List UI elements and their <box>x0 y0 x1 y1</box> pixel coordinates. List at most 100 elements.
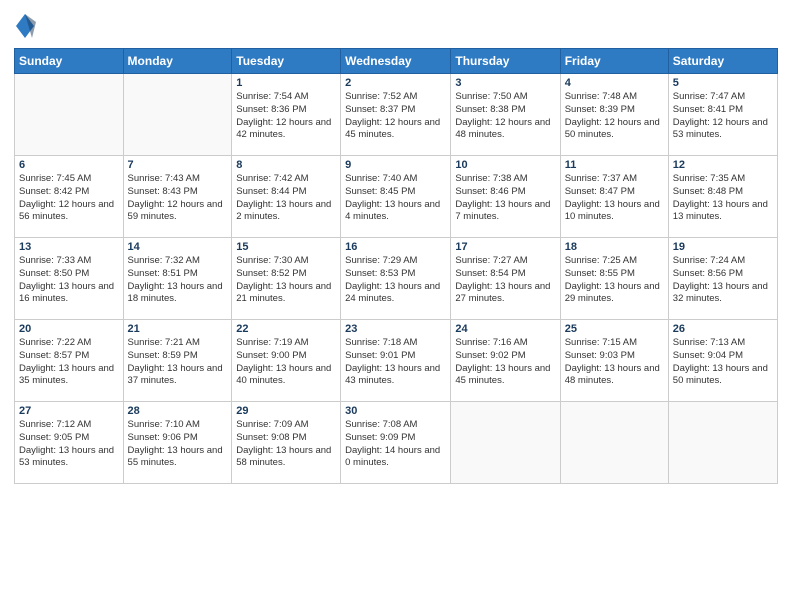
day-number: 29 <box>236 405 336 417</box>
calendar-day: 4 Sunrise: 7:48 AM Sunset: 8:39 PM Daylig… <box>560 74 668 156</box>
day-number: 7 <box>128 159 228 171</box>
day-number: 28 <box>128 405 228 417</box>
calendar-day: 3 Sunrise: 7:50 AM Sunset: 8:38 PM Daylig… <box>451 74 560 156</box>
calendar-day: 18 Sunrise: 7:25 AM Sunset: 8:55 PM Dayli… <box>560 238 668 320</box>
day-number: 22 <box>236 323 336 335</box>
day-info: Sunrise: 7:42 AM Sunset: 8:44 PM Dayligh… <box>236 173 336 224</box>
logo-icon <box>14 12 36 40</box>
day-info: Sunrise: 7:21 AM Sunset: 8:59 PM Dayligh… <box>128 337 228 388</box>
day-info: Sunrise: 7:38 AM Sunset: 8:46 PM Dayligh… <box>455 173 555 224</box>
calendar-weekday-sunday: Sunday <box>15 49 124 74</box>
day-number: 3 <box>455 77 555 89</box>
day-number: 21 <box>128 323 228 335</box>
day-info: Sunrise: 7:45 AM Sunset: 8:42 PM Dayligh… <box>19 173 119 224</box>
day-number: 24 <box>455 323 555 335</box>
day-info: Sunrise: 7:25 AM Sunset: 8:55 PM Dayligh… <box>565 255 664 306</box>
day-number: 23 <box>345 323 446 335</box>
calendar-day: 20Sunrise: 7:22 AM Sunset: 8:57 PM Dayli… <box>15 320 124 402</box>
day-info: Sunrise: 7:08 AM Sunset: 9:09 PM Dayligh… <box>345 419 446 470</box>
day-info: Sunrise: 7:18 AM Sunset: 9:01 PM Dayligh… <box>345 337 446 388</box>
calendar-header-row: SundayMondayTuesdayWednesdayThursdayFrid… <box>15 49 778 74</box>
calendar-day: 24 Sunrise: 7:16 AM Sunset: 9:02 PM Dayli… <box>451 320 560 402</box>
calendar-day <box>123 74 232 156</box>
day-number: 30 <box>345 405 446 417</box>
calendar-day: 9 Sunrise: 7:40 AM Sunset: 8:45 PM Daylig… <box>341 156 451 238</box>
calendar-day: 12 Sunrise: 7:35 AM Sunset: 8:48 PM Dayli… <box>668 156 777 238</box>
day-info: Sunrise: 7:48 AM Sunset: 8:39 PM Dayligh… <box>565 91 664 142</box>
calendar-day: 5Sunrise: 7:47 AM Sunset: 8:41 PM Daylig… <box>668 74 777 156</box>
calendar-day: 29 Sunrise: 7:09 AM Sunset: 9:08 PM Dayli… <box>232 402 341 484</box>
calendar-weekday-friday: Friday <box>560 49 668 74</box>
calendar-day <box>668 402 777 484</box>
day-info: Sunrise: 7:47 AM Sunset: 8:41 PM Dayligh… <box>673 91 773 142</box>
day-number: 18 <box>565 241 664 253</box>
calendar-weekday-thursday: Thursday <box>451 49 560 74</box>
calendar-weekday-saturday: Saturday <box>668 49 777 74</box>
calendar-table: SundayMondayTuesdayWednesdayThursdayFrid… <box>14 48 778 484</box>
calendar-day <box>15 74 124 156</box>
day-info: Sunrise: 7:32 AM Sunset: 8:51 PM Dayligh… <box>128 255 228 306</box>
calendar-day: 26Sunrise: 7:13 AM Sunset: 9:04 PM Dayli… <box>668 320 777 402</box>
page-container: SundayMondayTuesdayWednesdayThursdayFrid… <box>0 0 792 612</box>
day-info: Sunrise: 7:15 AM Sunset: 9:03 PM Dayligh… <box>565 337 664 388</box>
day-info: Sunrise: 7:43 AM Sunset: 8:43 PM Dayligh… <box>128 173 228 224</box>
day-info: Sunrise: 7:16 AM Sunset: 9:02 PM Dayligh… <box>455 337 555 388</box>
calendar-weekday-tuesday: Tuesday <box>232 49 341 74</box>
day-info: Sunrise: 7:30 AM Sunset: 8:52 PM Dayligh… <box>236 255 336 306</box>
calendar-day: 7 Sunrise: 7:43 AM Sunset: 8:43 PM Daylig… <box>123 156 232 238</box>
calendar-weekday-monday: Monday <box>123 49 232 74</box>
day-info: Sunrise: 7:54 AM Sunset: 8:36 PM Dayligh… <box>236 91 336 142</box>
logo <box>14 12 39 40</box>
calendar-day: 8 Sunrise: 7:42 AM Sunset: 8:44 PM Daylig… <box>232 156 341 238</box>
day-number: 12 <box>673 159 773 171</box>
day-number: 8 <box>236 159 336 171</box>
page-header <box>14 12 778 40</box>
calendar-day: 14 Sunrise: 7:32 AM Sunset: 8:51 PM Dayli… <box>123 238 232 320</box>
calendar-day: 10 Sunrise: 7:38 AM Sunset: 8:46 PM Dayli… <box>451 156 560 238</box>
calendar-day: 13Sunrise: 7:33 AM Sunset: 8:50 PM Dayli… <box>15 238 124 320</box>
calendar-day: 21 Sunrise: 7:21 AM Sunset: 8:59 PM Dayli… <box>123 320 232 402</box>
calendar-day: 28 Sunrise: 7:10 AM Sunset: 9:06 PM Dayli… <box>123 402 232 484</box>
calendar-day: 23 Sunrise: 7:18 AM Sunset: 9:01 PM Dayli… <box>341 320 451 402</box>
day-info: Sunrise: 7:40 AM Sunset: 8:45 PM Dayligh… <box>345 173 446 224</box>
day-info: Sunrise: 7:22 AM Sunset: 8:57 PM Dayligh… <box>19 337 119 388</box>
calendar-week-5: 27Sunrise: 7:12 AM Sunset: 9:05 PM Dayli… <box>15 402 778 484</box>
day-info: Sunrise: 7:24 AM Sunset: 8:56 PM Dayligh… <box>673 255 773 306</box>
calendar-day: 16 Sunrise: 7:29 AM Sunset: 8:53 PM Dayli… <box>341 238 451 320</box>
day-number: 9 <box>345 159 446 171</box>
day-info: Sunrise: 7:10 AM Sunset: 9:06 PM Dayligh… <box>128 419 228 470</box>
day-info: Sunrise: 7:50 AM Sunset: 8:38 PM Dayligh… <box>455 91 555 142</box>
day-info: Sunrise: 7:29 AM Sunset: 8:53 PM Dayligh… <box>345 255 446 306</box>
day-info: Sunrise: 7:19 AM Sunset: 9:00 PM Dayligh… <box>236 337 336 388</box>
calendar-week-1: 1 Sunrise: 7:54 AM Sunset: 8:36 PM Daylig… <box>15 74 778 156</box>
calendar-day: 2Sunrise: 7:52 AM Sunset: 8:37 PM Daylig… <box>341 74 451 156</box>
day-number: 14 <box>128 241 228 253</box>
calendar-day: 15 Sunrise: 7:30 AM Sunset: 8:52 PM Dayli… <box>232 238 341 320</box>
day-info: Sunrise: 7:33 AM Sunset: 8:50 PM Dayligh… <box>19 255 119 306</box>
day-number: 27 <box>19 405 119 417</box>
day-info: Sunrise: 7:27 AM Sunset: 8:54 PM Dayligh… <box>455 255 555 306</box>
day-number: 17 <box>455 241 555 253</box>
day-number: 6 <box>19 159 119 171</box>
day-number: 16 <box>345 241 446 253</box>
day-number: 25 <box>565 323 664 335</box>
day-number: 26 <box>673 323 773 335</box>
calendar-day <box>451 402 560 484</box>
day-info: Sunrise: 7:35 AM Sunset: 8:48 PM Dayligh… <box>673 173 773 224</box>
calendar-day <box>560 402 668 484</box>
calendar-day: 25 Sunrise: 7:15 AM Sunset: 9:03 PM Dayli… <box>560 320 668 402</box>
day-number: 10 <box>455 159 555 171</box>
day-number: 19 <box>673 241 773 253</box>
calendar-week-2: 6 Sunrise: 7:45 AM Sunset: 8:42 PM Daylig… <box>15 156 778 238</box>
day-info: Sunrise: 7:09 AM Sunset: 9:08 PM Dayligh… <box>236 419 336 470</box>
calendar-day: 1 Sunrise: 7:54 AM Sunset: 8:36 PM Daylig… <box>232 74 341 156</box>
day-number: 11 <box>565 159 664 171</box>
day-number: 2 <box>345 77 446 89</box>
day-number: 4 <box>565 77 664 89</box>
calendar-weekday-wednesday: Wednesday <box>341 49 451 74</box>
day-number: 1 <box>236 77 336 89</box>
calendar-day: 17 Sunrise: 7:27 AM Sunset: 8:54 PM Dayli… <box>451 238 560 320</box>
calendar-day: 30 Sunrise: 7:08 AM Sunset: 9:09 PM Dayli… <box>341 402 451 484</box>
day-number: 15 <box>236 241 336 253</box>
calendar-day: 19 Sunrise: 7:24 AM Sunset: 8:56 PM Dayli… <box>668 238 777 320</box>
